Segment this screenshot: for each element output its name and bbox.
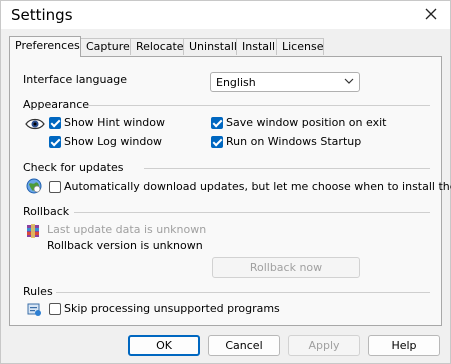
language-select[interactable]: English [210, 72, 360, 92]
rollback-divider [74, 212, 430, 213]
preferences-panel: Interface language English Appearance Sh… [9, 56, 451, 326]
window-title: Settings [11, 6, 73, 24]
run-startup-checkbox[interactable] [211, 136, 223, 148]
run-startup-label: Run on Windows Startup [226, 135, 362, 148]
save-position-checkbox[interactable] [211, 117, 223, 129]
auto-download-label: Automatically download updates, but let … [64, 180, 451, 193]
show-log-checkbox[interactable] [49, 136, 61, 148]
tab-uninstall[interactable]: Uninstall [183, 38, 237, 55]
close-icon[interactable] [422, 5, 440, 23]
language-value: English [216, 76, 256, 89]
cancel-button[interactable]: Cancel [208, 335, 280, 356]
tab-install[interactable]: Install [236, 38, 277, 55]
rollback-group-title: Rollback [23, 205, 70, 218]
tab-preferences[interactable]: Preferences [9, 36, 81, 57]
archive-icon [27, 224, 39, 238]
ok-button[interactable]: OK [128, 335, 200, 356]
eye-icon [25, 118, 45, 130]
show-hint-label: Show Hint window [64, 116, 166, 129]
settings-window: Settings Preferences Capture Relocate Un… [0, 0, 451, 364]
help-button[interactable]: Help [368, 335, 440, 356]
save-position-label: Save window position on exit [226, 116, 387, 129]
last-update-text: Last update data is unknown [47, 223, 207, 236]
tab-relocate[interactable]: Relocate [130, 38, 184, 55]
rules-icon [27, 303, 41, 316]
title-bar: Settings [1, 1, 450, 29]
appearance-group-title: Appearance [23, 98, 90, 111]
dropdown-arrow-icon [344, 78, 354, 84]
apply-button[interactable]: Apply [288, 335, 360, 356]
globe-icon [26, 178, 42, 194]
show-log-label: Show Log window [64, 135, 163, 148]
updates-group-title: Check for updates [23, 161, 124, 174]
auto-download-checkbox[interactable] [49, 181, 61, 193]
tab-license[interactable]: License [276, 38, 324, 55]
rollback-version-text: Rollback version is unknown [47, 239, 203, 252]
tab-capture[interactable]: Capture [80, 38, 131, 55]
rules-group-title: Rules [23, 285, 53, 298]
skip-unsupported-checkbox[interactable] [49, 303, 61, 315]
skip-unsupported-label: Skip processing unsupported programs [64, 302, 280, 315]
rollback-now-button[interactable]: Rollback now [212, 257, 360, 278]
language-label: Interface language [23, 73, 127, 86]
updates-divider [144, 168, 430, 169]
rules-divider [56, 292, 430, 293]
appearance-divider [88, 105, 430, 106]
show-hint-checkbox[interactable] [49, 117, 61, 129]
